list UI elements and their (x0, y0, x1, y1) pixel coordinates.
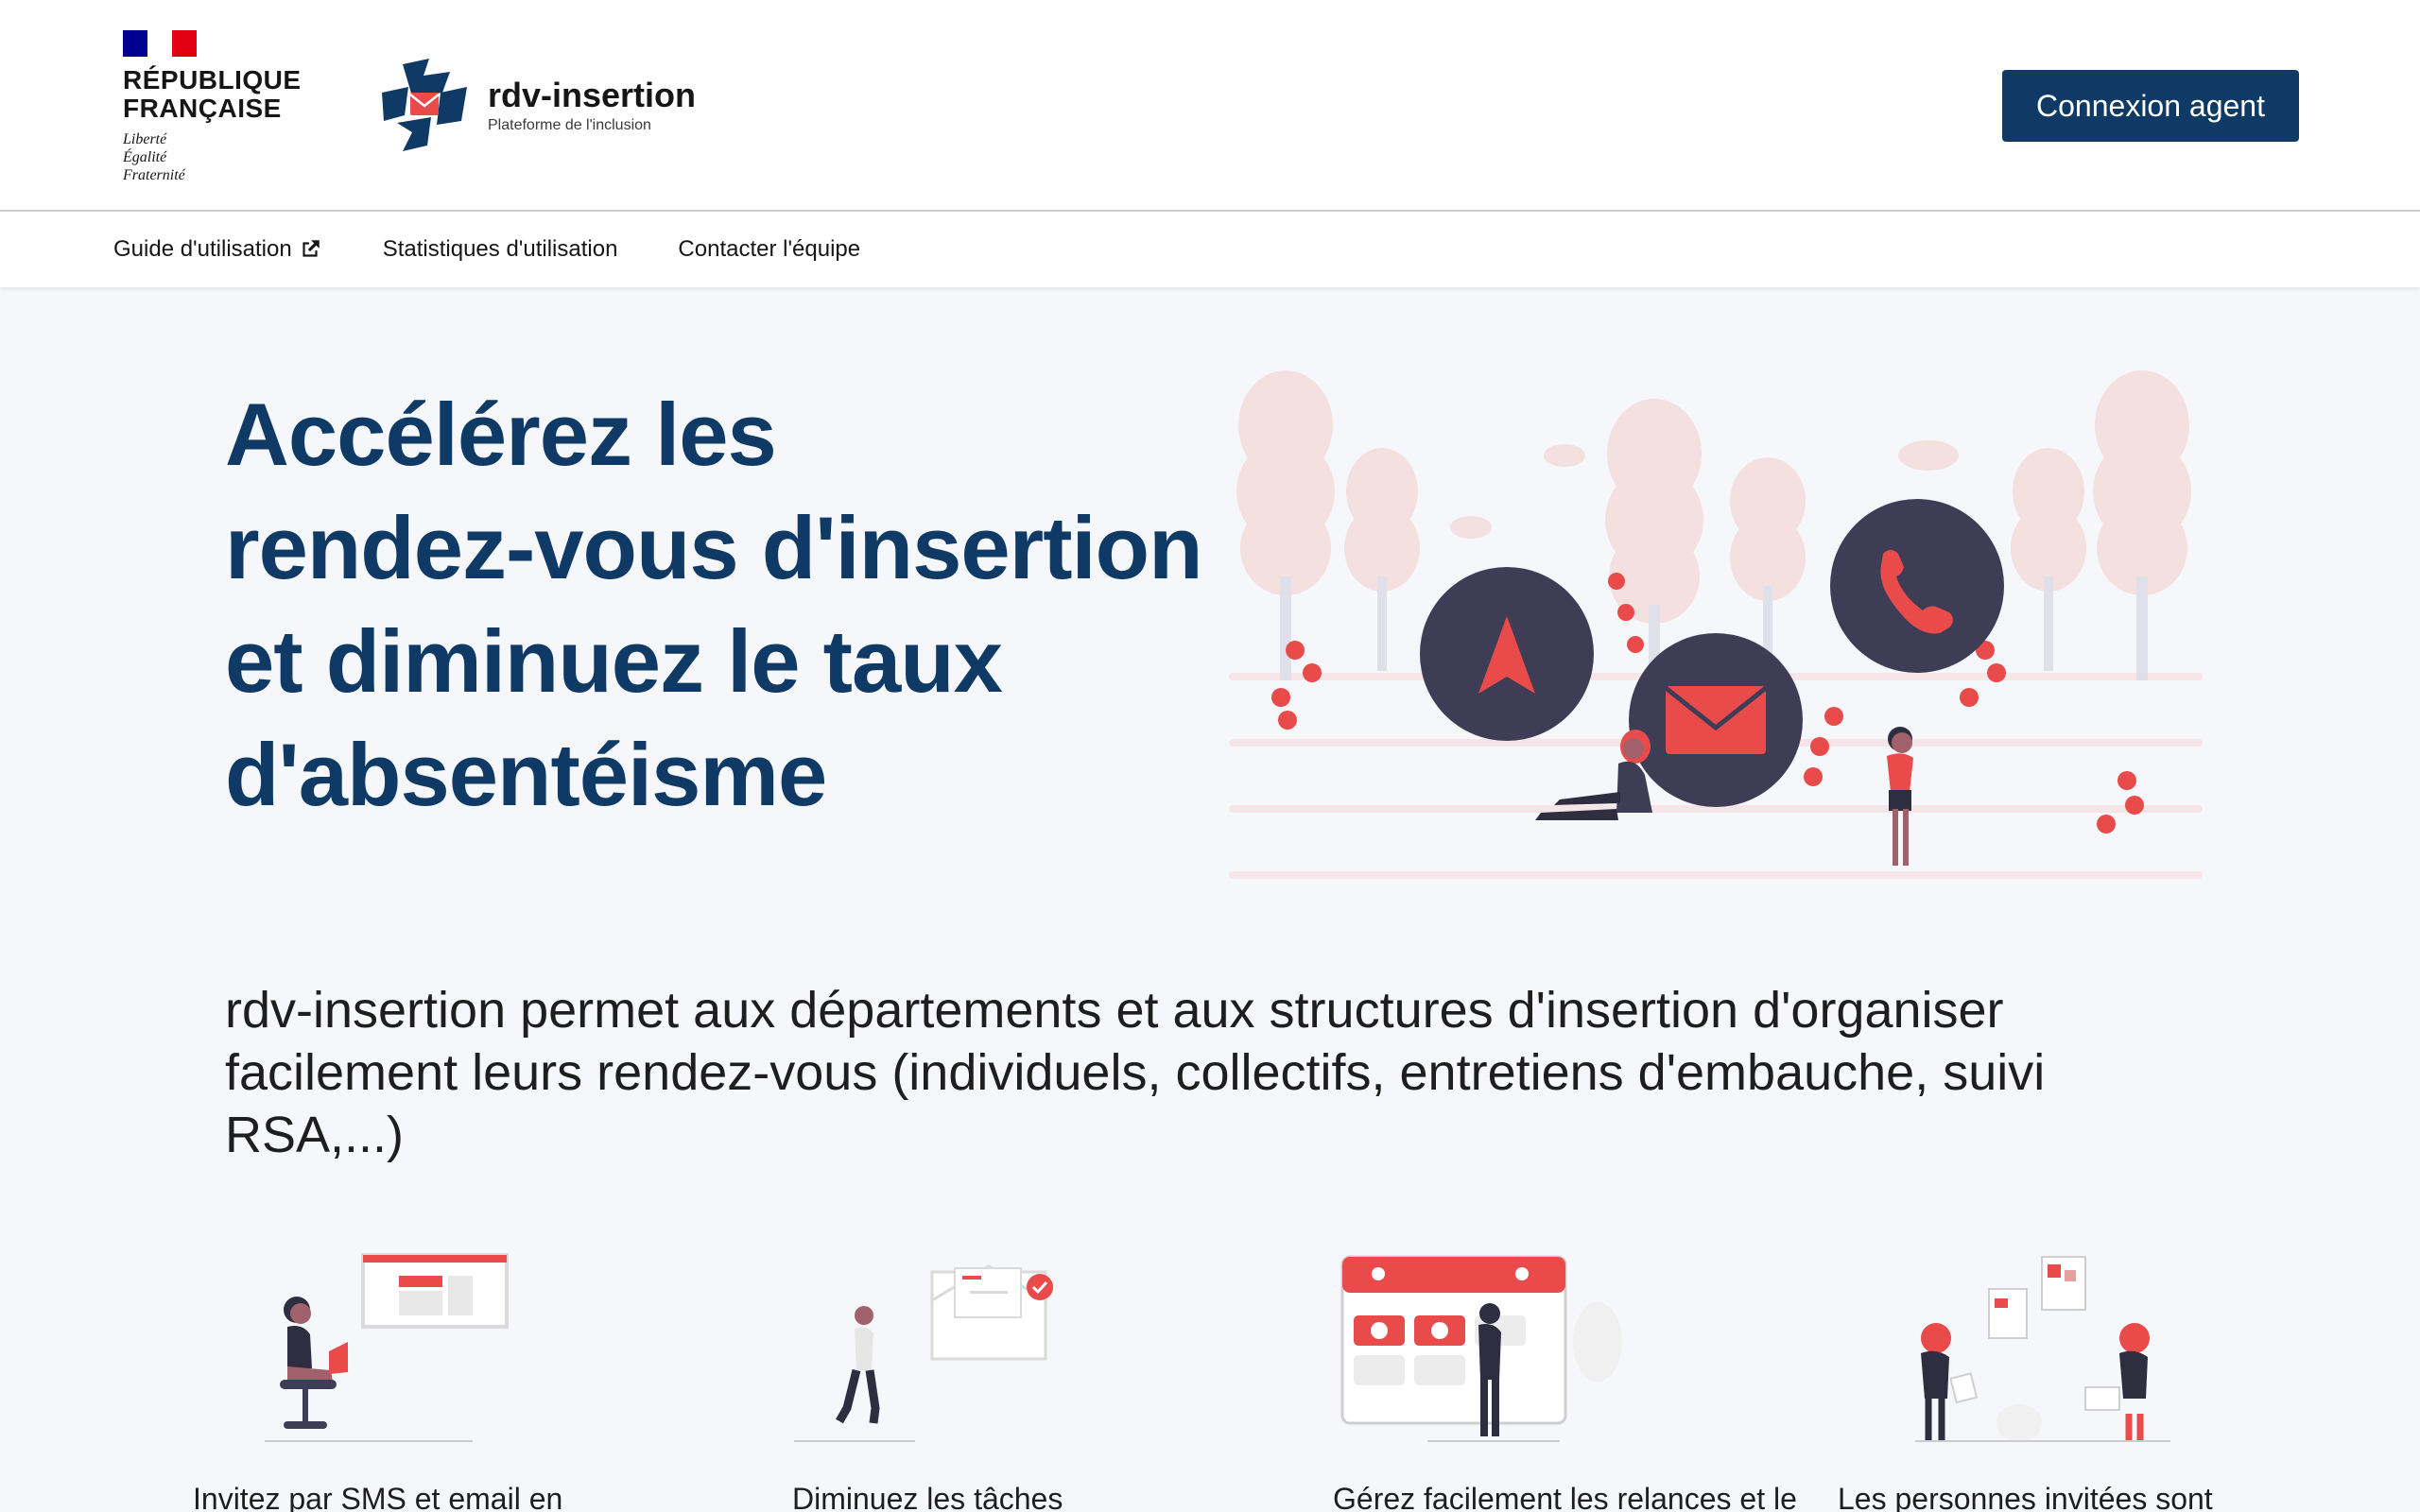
brand-home-link[interactable]: rdv-insertion Plateforme de l'inclusion (374, 55, 696, 155)
feature-card-reminders: Gérez facilement les relances et le (1333, 1247, 1797, 1512)
nav-item-statistics[interactable]: Statistiques d'utilisation (383, 236, 618, 263)
feature-text: Diminuez les tâches (792, 1482, 1063, 1512)
rf-title-line2: FRANÇAISE (123, 94, 282, 123)
person-calendar-illustration (1340, 1255, 1622, 1442)
rf-title-line1: RÉPUBLIQUE (123, 65, 302, 94)
feature-text: Gérez facilement les relances et le (1333, 1482, 1797, 1512)
person-standing-icon (1887, 727, 1913, 866)
site-header: RÉPUBLIQUE FRANÇAISE Liberté Égalité Fra… (0, 0, 2420, 212)
nav-item-guide[interactable]: Guide d'utilisation (113, 236, 322, 263)
hero-illustration (1229, 370, 2203, 879)
feature-text: Invitez par SMS et email en (193, 1482, 563, 1512)
brand-tagline: Plateforme de l'inclusion (488, 117, 651, 133)
nav-item-label: Contacter l'équipe (678, 236, 861, 262)
feature-card-invited: Les personnes invitées sont (1838, 1247, 2284, 1512)
nav-item-contact[interactable]: Contacter l'équipe (678, 236, 860, 263)
feature-card-invite: Invitez par SMS et email en (189, 1247, 586, 1512)
person-laptop-illustration (265, 1253, 509, 1442)
nav-item-label: Statistiques d'utilisation (382, 236, 618, 262)
french-flag-icon (123, 30, 197, 57)
nav-item-label: Guide d'utilisation (113, 236, 292, 262)
feature-text: Les personnes invitées sont (1838, 1482, 2213, 1512)
hero-title: Accélérez les rendez-vous d'insertion et… (225, 385, 1203, 824)
intro-text: rdv-insertion permet aux départements et… (225, 982, 2046, 1163)
rdv-insertion-logo-icon (382, 59, 467, 151)
person-email-illustration (794, 1264, 1053, 1442)
main-nav: Guide d'utilisation Statistiques d'utili… (0, 212, 2420, 287)
brand-name: rdv-insertion (488, 76, 697, 114)
feature-card-tasks: Diminuez les tâches (790, 1247, 1187, 1512)
external-link-icon (302, 240, 320, 257)
rf-motto: Liberté Égalité Fraternité (123, 131, 185, 183)
agent-login-button[interactable]: Connexion agent (2002, 70, 2299, 142)
republique-francaise-logo[interactable]: RÉPUBLIQUE FRANÇAISE Liberté Égalité Fra… (123, 30, 302, 184)
people-documents-illustration (1915, 1256, 2170, 1442)
